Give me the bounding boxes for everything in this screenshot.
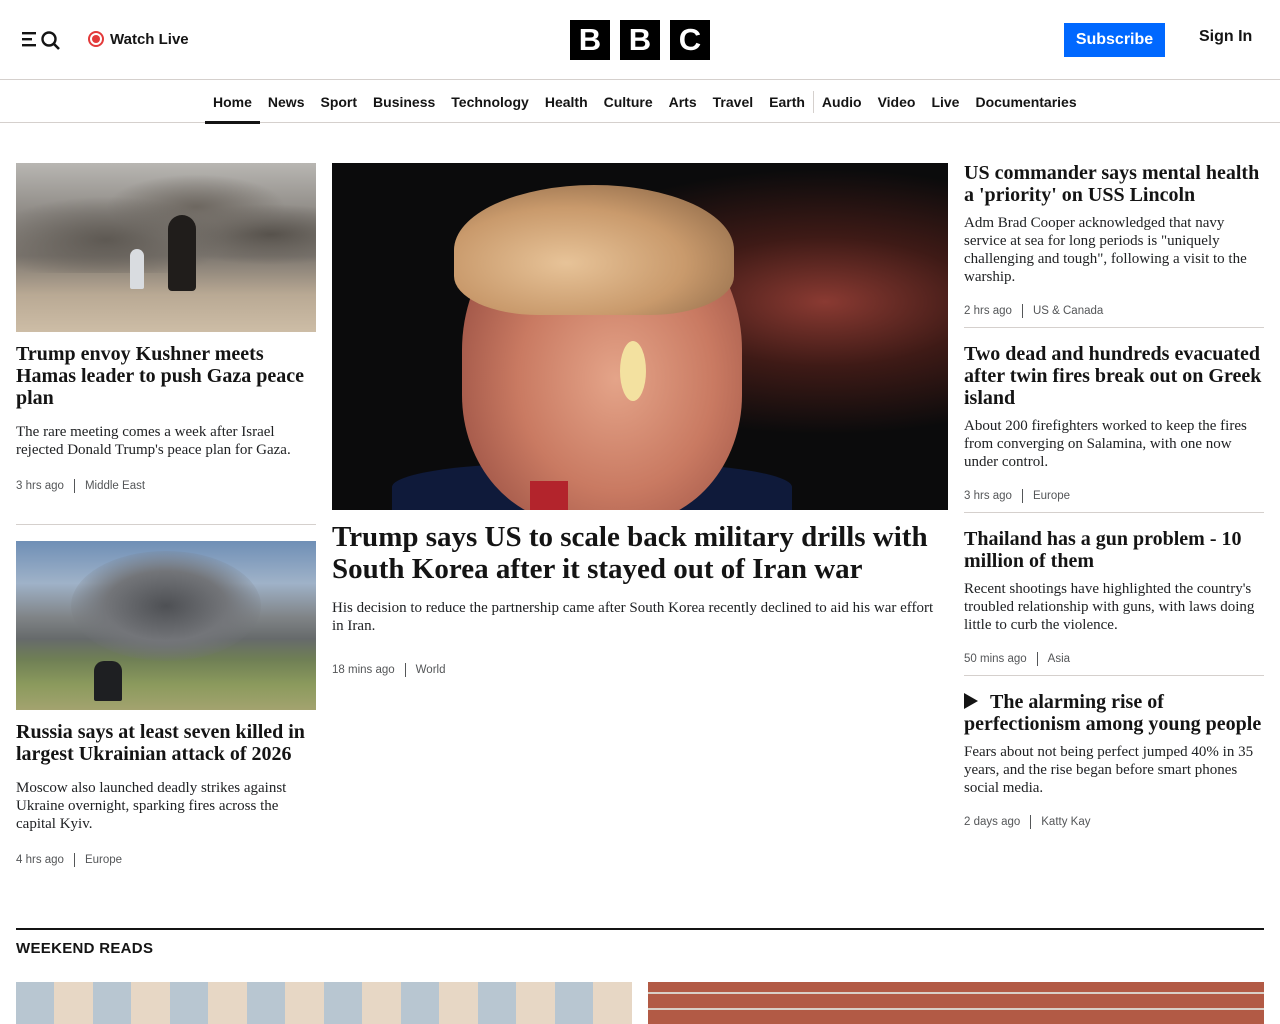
story-section[interactable]: Europe [1033,490,1070,502]
main-story-image[interactable] [332,163,948,510]
story-meta: 50 mins ago Asia [964,652,1264,666]
subscribe-button[interactable]: Subscribe [1064,23,1165,57]
nav-item-news[interactable]: News [260,81,313,123]
nav-item-earth[interactable]: Earth [761,81,813,123]
story-section[interactable]: Europe [85,854,122,866]
story-left-1: Trump envoy Kushner meets Hamas leader t… [16,343,316,493]
meta-divider [1021,304,1023,318]
story-section[interactable]: World [416,664,446,676]
top-header: Watch Live B B C Subscribe Sign In [0,0,1280,80]
meta-divider [73,853,75,867]
image-child [130,249,144,289]
gaza-story-image[interactable] [16,163,316,332]
image-cyclist [94,661,122,701]
story-summary: His decision to reduce the partnership c… [332,600,934,634]
story-divider [964,327,1264,328]
nav-item-culture[interactable]: Culture [596,81,661,123]
weekend-story-image-2[interactable] [648,982,1264,1024]
story-meta: 3 hrs ago Middle East [16,479,316,493]
watch-live-label: Watch Live [110,30,189,48]
story-headline[interactable]: Trump envoy Kushner meets Hamas leader t… [16,343,316,409]
nav-item-live[interactable]: Live [923,81,967,123]
watch-live-link[interactable]: Watch Live [88,28,189,50]
story-time: 2 days ago [964,816,1021,828]
story-time: 18 mins ago [332,664,395,676]
main-nav: Home News Sport Business Technology Heal… [0,81,1280,124]
story-headline: The alarming rise of perfectionism among… [964,691,1262,735]
meta-divider [1030,815,1032,829]
story-left-2: Russia says at least seven killed in lar… [16,721,316,867]
story-meta: 3 hrs ago Europe [964,489,1264,503]
nav-item-travel[interactable]: Travel [705,81,761,123]
image-tie [530,481,568,510]
nav-item-home[interactable]: Home [205,81,260,124]
image-hair [454,185,734,315]
story-headline[interactable]: Two dead and hundreds evacuated after tw… [964,343,1264,409]
meta-divider [73,479,75,493]
story-headline[interactable]: Thailand has a gun problem - 10 million … [964,528,1264,572]
story-section[interactable]: Katty Kay [1041,816,1090,828]
nav-item-video[interactable]: Video [870,81,924,123]
story-meta: 18 mins ago World [332,663,932,677]
story-section[interactable]: Middle East [85,480,145,492]
weekend-story-image-1[interactable] [16,982,632,1024]
sign-in-link[interactable]: Sign In [1199,28,1252,46]
story-meta: 2 days ago Katty Kay [964,815,1264,829]
section-rule [16,928,1264,930]
image-person [168,215,196,291]
story-headline-wrap[interactable]: The alarming rise of perfectionism among… [964,691,1264,735]
story-main: Trump says US to scale back military dri… [332,521,933,677]
logo-letter-b2: B [620,20,660,60]
bbc-logo[interactable]: B B C [570,20,710,60]
menu-search-button[interactable] [22,28,62,50]
story-time: 3 hrs ago [16,480,64,492]
image-smoke [71,551,261,661]
section-title-weekend-reads: WEEKEND READS [16,940,154,957]
story-headline[interactable]: Trump says US to scale back military dri… [332,521,932,585]
menu-search-icon [22,31,60,50]
nav-item-arts[interactable]: Arts [661,81,705,123]
story-time: 50 mins ago [964,653,1027,665]
meta-divider [404,663,406,677]
nav-item-documentaries[interactable]: Documentaries [967,81,1084,123]
story-summary: About 200 firefighters worked to keep th… [964,418,1247,470]
story-summary: Fears about not being perfect jumped 40%… [964,744,1254,796]
story-divider [964,512,1264,513]
story-summary: Moscow also launched deadly strikes agai… [16,780,287,832]
meta-divider [1021,489,1023,503]
image-light [620,341,646,401]
story-right-1: US commander says mental health a 'prior… [964,162,1264,318]
logo-letter-b1: B [570,20,610,60]
play-video-icon [964,693,978,709]
story-section[interactable]: Asia [1048,653,1070,665]
story-summary: The rare meeting comes a week after Isra… [16,424,291,458]
nav-item-sport[interactable]: Sport [312,81,365,123]
story-summary: Recent shootings have highlighted the co… [964,581,1255,633]
nav-item-health[interactable]: Health [537,81,596,123]
story-time: 4 hrs ago [16,854,64,866]
story-time: 2 hrs ago [964,305,1012,317]
nav-item-business[interactable]: Business [365,81,443,123]
story-right-3: Thailand has a gun problem - 10 million … [964,528,1264,666]
story-time: 3 hrs ago [964,490,1012,502]
nav-item-technology[interactable]: Technology [443,81,537,123]
meta-divider [1036,652,1038,666]
story-divider [16,524,316,525]
story-headline[interactable]: Russia says at least seven killed in lar… [16,721,316,765]
story-headline[interactable]: US commander says mental health a 'prior… [964,162,1264,206]
russia-story-image[interactable] [16,541,316,710]
story-divider [964,675,1264,676]
story-meta: 2 hrs ago US & Canada [964,304,1264,318]
live-indicator-icon [88,31,104,47]
story-right-2: Two dead and hundreds evacuated after tw… [964,343,1264,503]
story-meta: 4 hrs ago Europe [16,853,316,867]
nav-item-audio[interactable]: Audio [814,81,870,123]
story-right-4: The alarming rise of perfectionism among… [964,691,1264,829]
story-summary: Adm Brad Cooper acknowledged that navy s… [964,215,1247,285]
story-section[interactable]: US & Canada [1033,305,1103,317]
image-rubble [16,163,316,273]
logo-letter-c: C [670,20,710,60]
